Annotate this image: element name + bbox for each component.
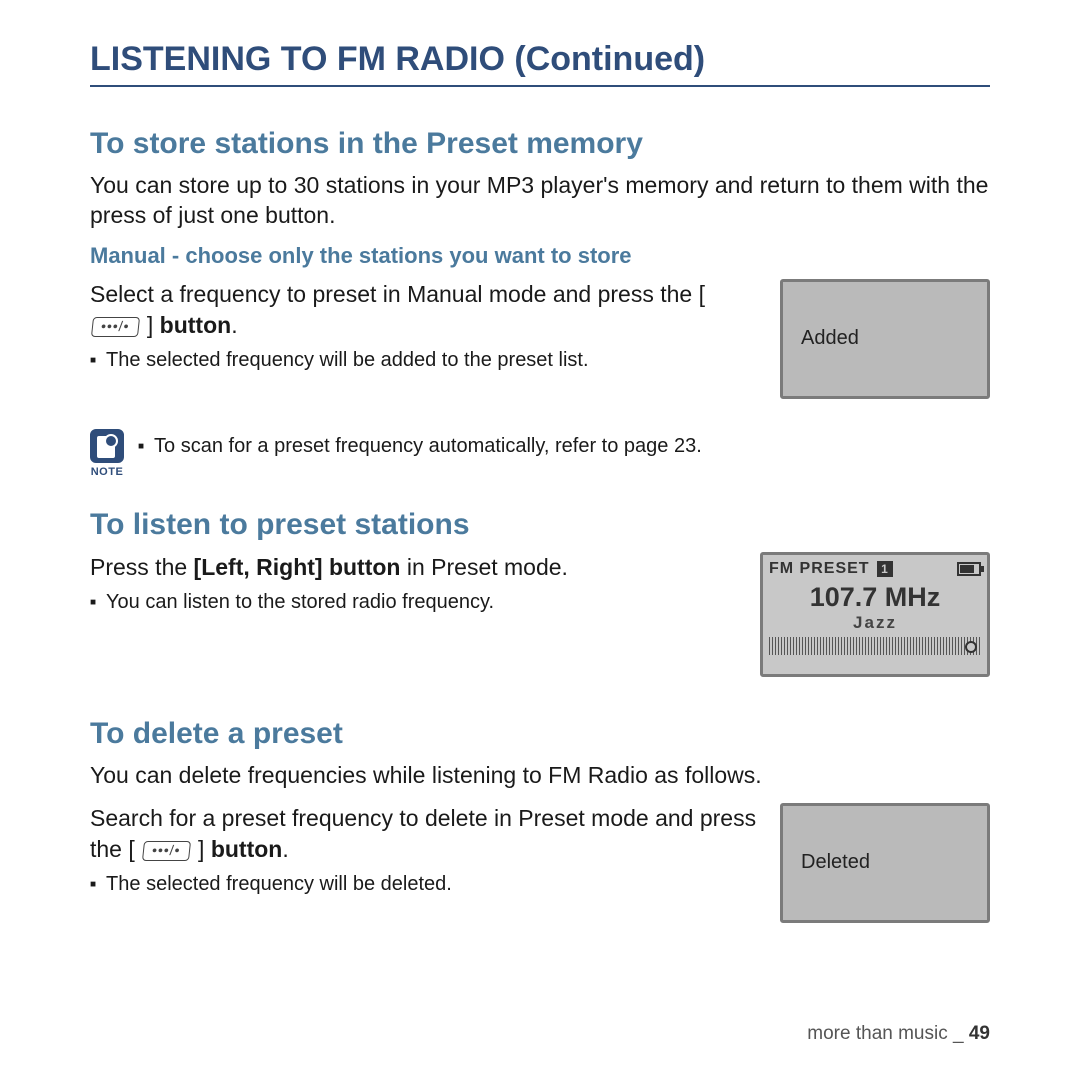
preset-mode: FM PRESET [769, 560, 870, 577]
frequency-dial [769, 637, 981, 655]
instr-post: in Preset mode. [400, 554, 567, 580]
section-intro: You can store up to 30 stations in your … [90, 171, 990, 231]
menu-button-icon: •••/• [142, 841, 191, 861]
section-listen-preset: To listen to preset stations Press the [… [90, 508, 990, 677]
bullet-item: ■ The selected frequency will be deleted… [90, 871, 760, 897]
preset-frequency: 107.7 MHz [769, 582, 981, 613]
instruction-text: Select a frequency to preset in Manual m… [90, 279, 760, 341]
device-screen-added: Added [780, 279, 990, 399]
section-heading: To delete a preset [90, 717, 990, 751]
section-heading: To listen to preset stations [90, 508, 990, 542]
note-label: NOTE [91, 466, 124, 478]
preset-number: 1 [877, 561, 893, 577]
instr-pre: Press the [90, 554, 194, 580]
page-footer: more than music _ 49 [807, 1023, 990, 1045]
page-number: 49 [969, 1023, 990, 1044]
instruction-text: Search for a preset frequency to delete … [90, 803, 760, 865]
page-title: LISTENING TO FM RADIO (Continued) [90, 40, 990, 87]
bullet-text: The selected frequency will be deleted. [106, 871, 452, 897]
device-screen-preset: FM PRESET 1 107.7 MHz Jazz [760, 552, 990, 677]
bullet-text: The selected frequency will be added to … [106, 347, 589, 373]
instruction-text: Press the [Left, Right] button in Preset… [90, 552, 740, 583]
note-text: To scan for a preset frequency automatic… [154, 433, 702, 459]
instr-bold: button [211, 836, 283, 862]
battery-icon [957, 562, 981, 576]
note-icon [90, 429, 124, 463]
footer-text: more than music _ [807, 1023, 969, 1044]
instr-post: ] [141, 312, 160, 338]
instr-bold: [Left, Right] button [194, 554, 401, 580]
bullet-icon: ■ [90, 596, 96, 609]
section-intro: You can delete frequencies while listeni… [90, 761, 990, 791]
screen-text: Deleted [801, 851, 870, 874]
note-row: ■ To scan for a preset frequency automat… [138, 433, 702, 459]
section-delete-preset: To delete a preset You can delete freque… [90, 717, 990, 923]
section-heading: To store stations in the Preset memory [90, 127, 990, 161]
bullet-text: You can listen to the stored radio frequ… [106, 589, 494, 615]
instr-pre: Search for a preset frequency to delete … [90, 805, 756, 862]
section-subheading: Manual - choose only the stations you wa… [90, 243, 990, 269]
bullet-item: ■ The selected frequency will be added t… [90, 347, 760, 373]
bullet-icon: ■ [90, 354, 96, 367]
bullet-item: ■ You can listen to the stored radio fre… [90, 589, 740, 615]
instr-pre: Select a frequency to preset in Manual m… [90, 281, 705, 307]
note-block: NOTE ■ To scan for a preset frequency au… [90, 429, 990, 478]
bullet-icon: ■ [138, 440, 144, 453]
instr-end: . [231, 312, 237, 338]
instr-end: . [282, 836, 288, 862]
screen-text: Added [801, 327, 859, 350]
device-screen-deleted: Deleted [780, 803, 990, 923]
preset-genre: Jazz [769, 613, 981, 633]
menu-button-icon: •••/• [91, 317, 140, 337]
bullet-icon: ■ [90, 878, 96, 891]
instr-post: ] [192, 836, 211, 862]
instr-bold: button [160, 312, 232, 338]
section-store-preset: To store stations in the Preset memory Y… [90, 127, 990, 399]
